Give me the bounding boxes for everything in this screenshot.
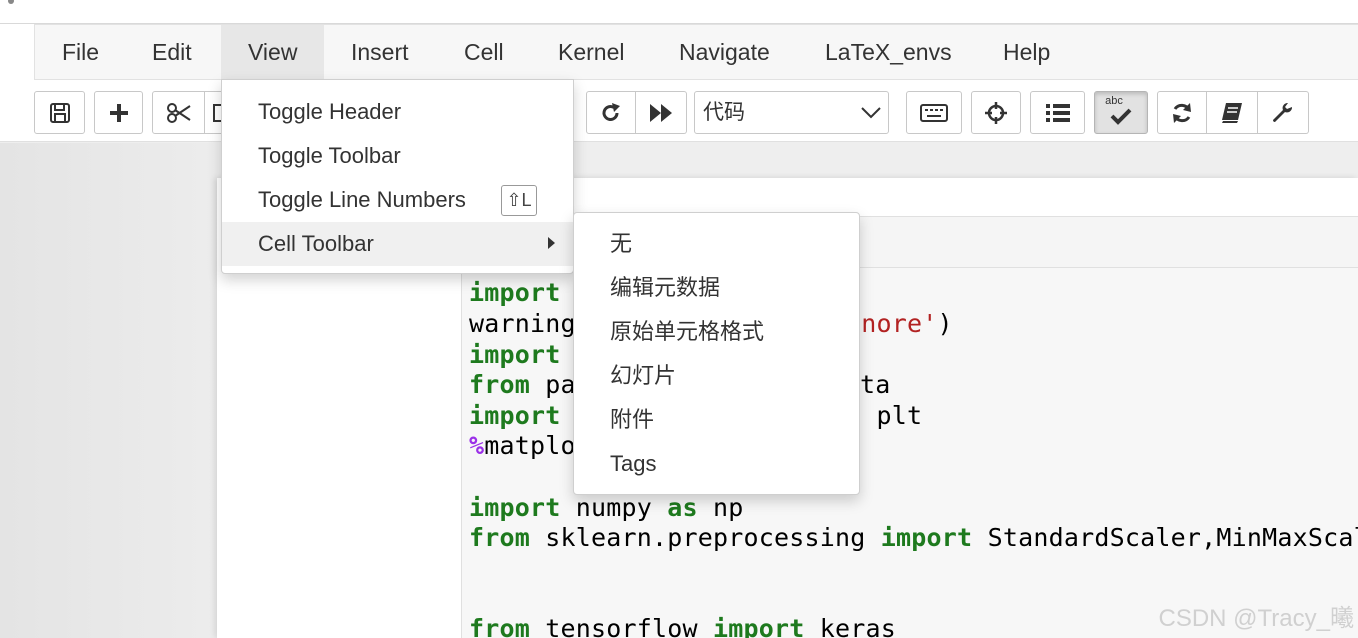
plus-icon — [109, 103, 128, 122]
wrench-icon — [1273, 102, 1293, 122]
submenu-arrow-icon — [548, 237, 555, 249]
list-icon — [1045, 103, 1070, 122]
table-of-contents-button[interactable] — [1030, 91, 1085, 134]
submenu-attachments[interactable]: 附件 — [574, 398, 859, 442]
header-strip — [0, 0, 1358, 24]
code-line-4: from pa — [469, 370, 576, 399]
menu-insert[interactable]: Insert — [324, 25, 436, 80]
code-line-2-tail: gnore') — [846, 309, 953, 338]
code-line-3: import — [469, 340, 561, 369]
code-line-6: %matplo — [469, 431, 576, 460]
cell-type-value: 代码 — [703, 101, 745, 124]
menu-cell[interactable]: Cell — [437, 25, 531, 80]
crosshairs-icon — [985, 101, 1007, 124]
menubar: File Edit View Insert Cell Kernel Naviga… — [34, 24, 1358, 80]
header-dot — [8, 0, 14, 4]
menu-view[interactable]: View — [221, 25, 325, 80]
insert-cell-button[interactable] — [94, 91, 143, 134]
run-all-button[interactable] — [636, 91, 687, 134]
submenu-raw-cell-format[interactable]: 原始单元格格式 — [574, 310, 859, 354]
sync-icon — [1173, 102, 1191, 123]
menu-kernel[interactable]: Kernel — [531, 25, 651, 80]
submenu-tags[interactable]: Tags — [574, 442, 859, 486]
chevron-down-icon — [861, 107, 881, 119]
save-icon — [49, 102, 70, 123]
fast-forward-icon — [650, 103, 672, 122]
book-button[interactable] — [1207, 91, 1258, 134]
menu-toggle-header[interactable]: Toggle Header — [222, 90, 573, 134]
navigate-button[interactable] — [971, 91, 1021, 134]
save-button[interactable] — [34, 91, 85, 134]
menu-cell-toolbar[interactable]: Cell Toolbar — [222, 222, 573, 266]
view-dropdown-menu: Toggle Header Toggle Toolbar Toggle Line… — [221, 79, 574, 274]
spellcheck-label: abc — [1105, 95, 1123, 107]
restart-button[interactable] — [586, 91, 636, 134]
watermark: CSDN @Tracy_曦 — [1158, 605, 1355, 632]
submenu-edit-metadata[interactable]: 编辑元数据 — [574, 266, 859, 310]
code-line-4-tail: ta — [860, 370, 891, 399]
toolbar: 代码 abc — [0, 80, 1358, 142]
menu-navigate[interactable]: Navigate — [652, 25, 797, 80]
keyboard-shortcuts-button[interactable] — [906, 91, 962, 134]
menu-latex-envs[interactable]: LaTeX_envs — [798, 25, 979, 80]
cut-button[interactable] — [152, 91, 205, 134]
refresh-icon — [602, 102, 620, 121]
code-line-1: import — [469, 278, 561, 307]
book-icon — [1222, 102, 1242, 123]
sync-button[interactable] — [1157, 91, 1207, 134]
code-line-12: from tensorflow import keras — [469, 614, 897, 638]
submenu-none[interactable]: 无 — [574, 222, 859, 266]
menu-toggle-toolbar[interactable]: Toggle Toolbar — [222, 134, 573, 178]
keyboard-icon — [920, 103, 948, 122]
settings-button[interactable] — [1258, 91, 1309, 134]
code-line-8: import numpy as np — [469, 493, 744, 522]
check-icon — [1110, 108, 1132, 125]
copy-icon — [212, 103, 221, 122]
menu-file[interactable]: File — [35, 25, 126, 80]
scissors-icon — [166, 102, 191, 123]
code-line-9: from sklearn.preprocessing import Standa… — [469, 523, 1358, 552]
cell-toolbar-submenu: 无 编辑元数据 原始单元格格式 幻灯片 附件 Tags — [573, 212, 860, 495]
shortcut-hint: ⇧L — [501, 185, 537, 216]
code-line-5: import — [469, 401, 561, 430]
menu-help[interactable]: Help — [976, 25, 1077, 80]
spellcheck-button[interactable]: abc — [1094, 91, 1148, 134]
menubar-container: File Edit View Insert Cell Kernel Naviga… — [0, 24, 1358, 80]
cell-type-select[interactable]: 代码 — [694, 91, 889, 134]
menu-edit[interactable]: Edit — [125, 25, 219, 80]
submenu-slideshow[interactable]: 幻灯片 — [574, 354, 859, 398]
